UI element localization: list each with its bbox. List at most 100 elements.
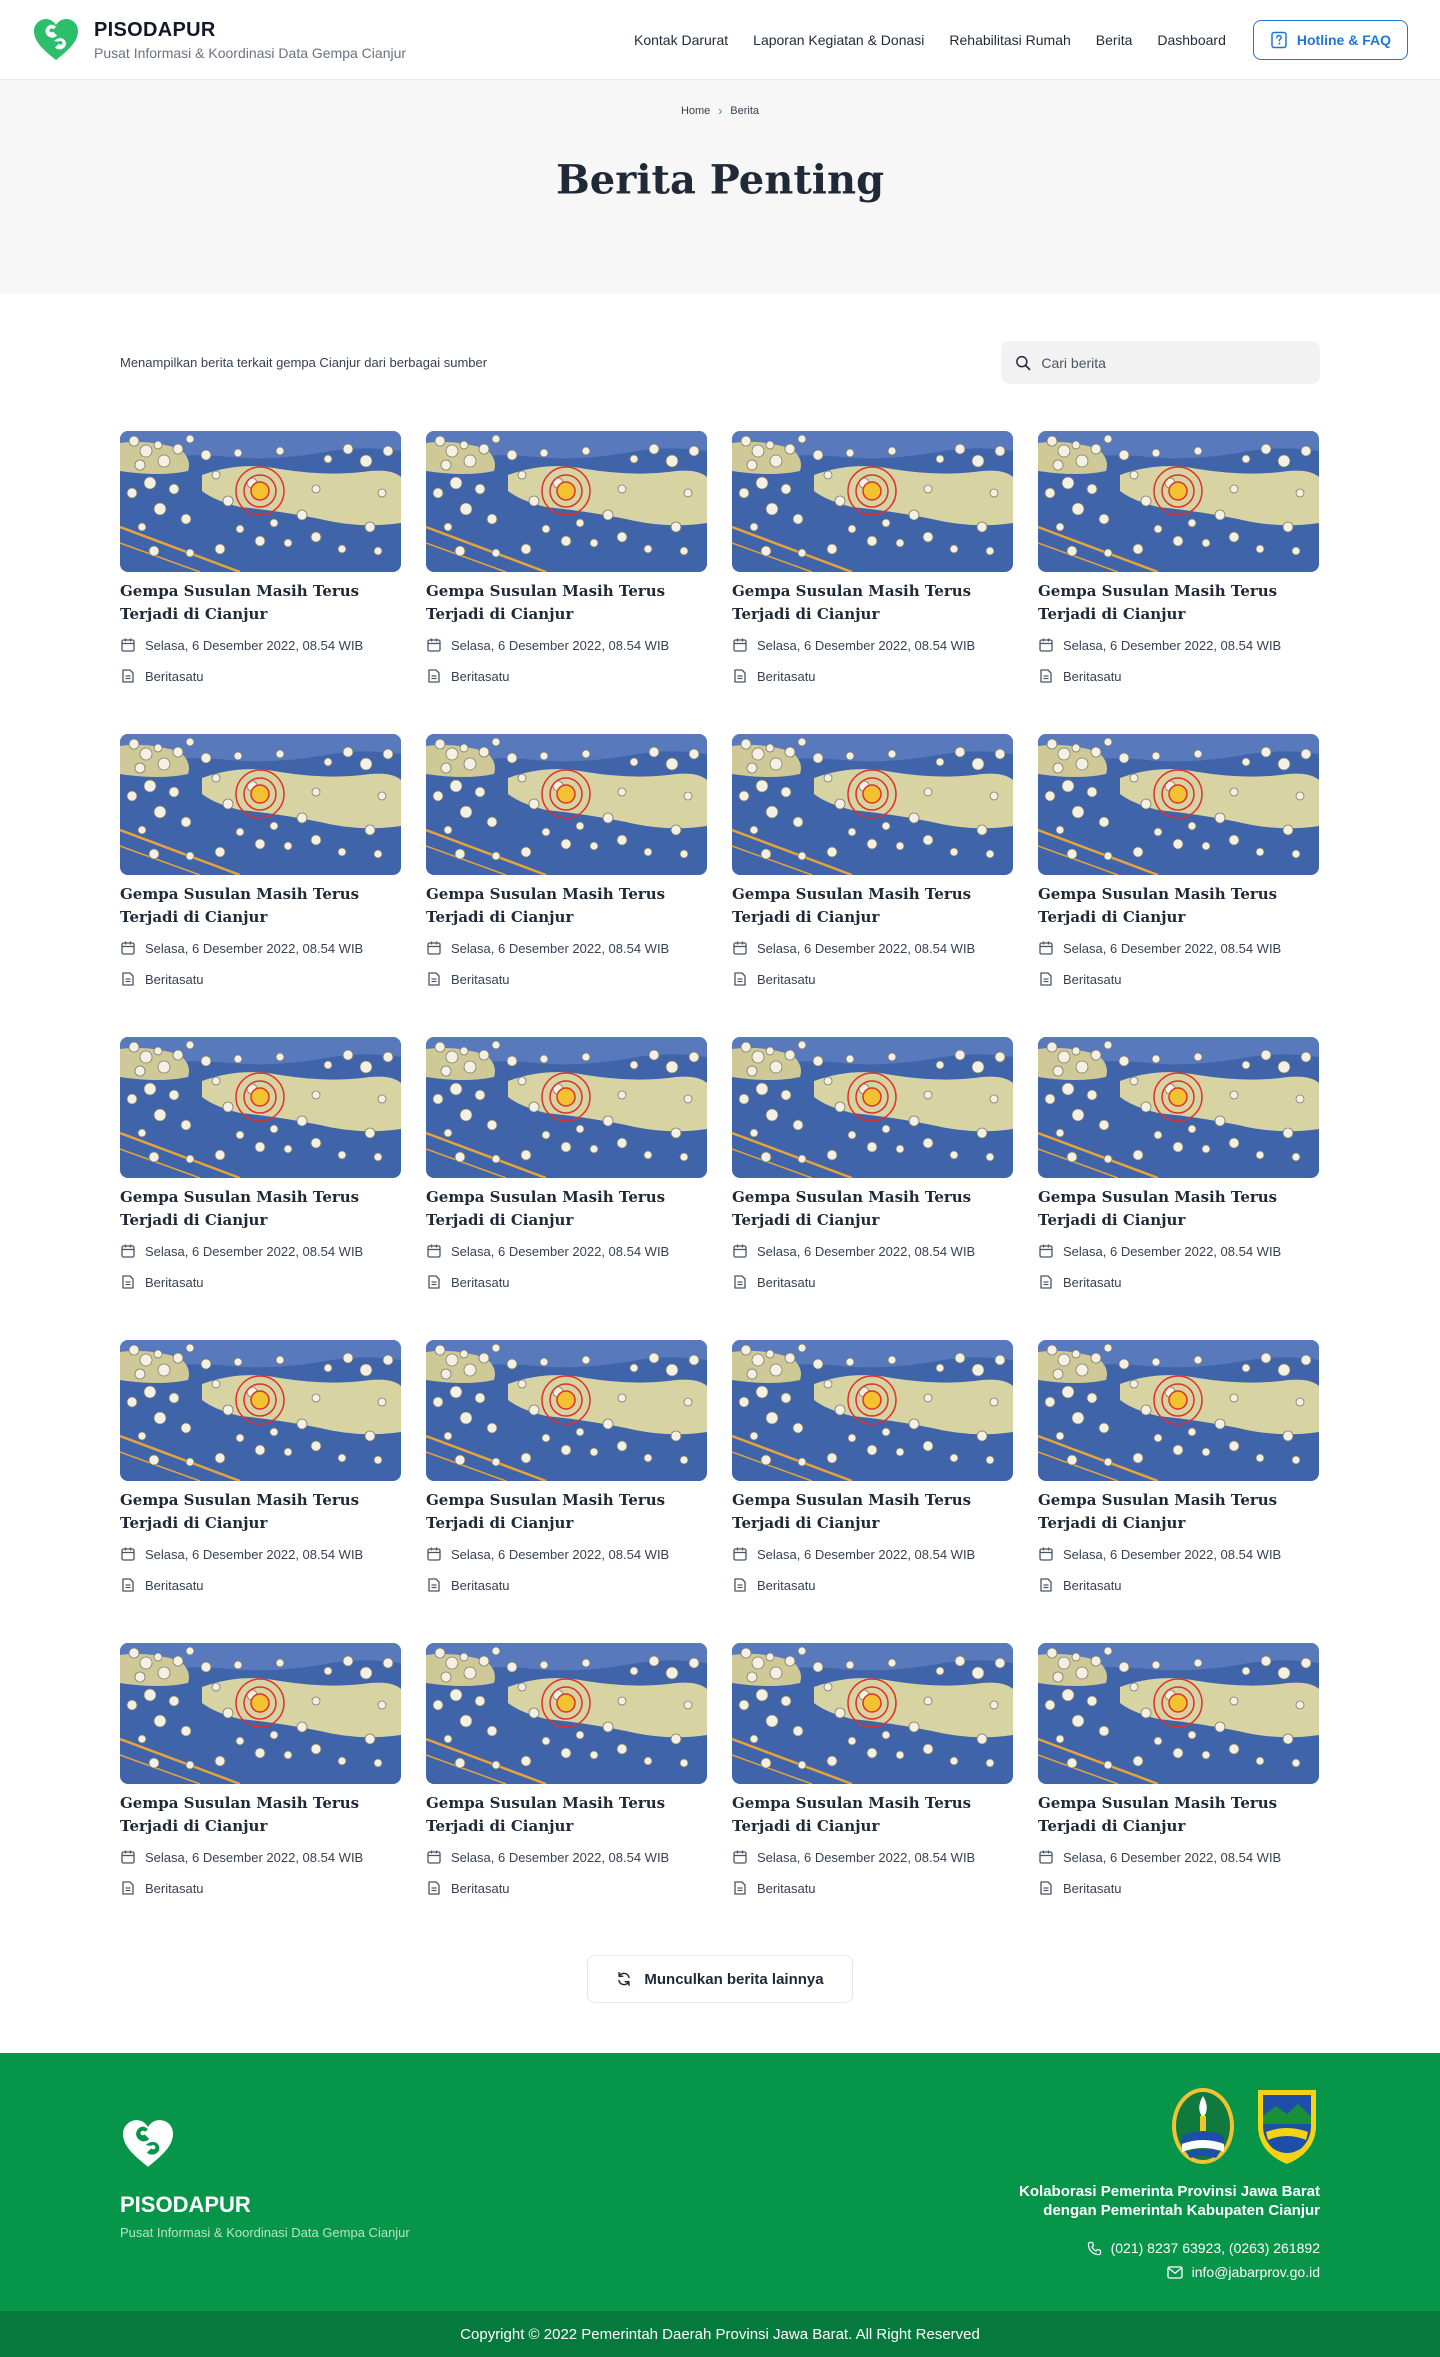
news-card-title[interactable]: Gempa Susulan Masih Terus Terjadi di Cia… [120,883,401,929]
news-card[interactable]: Gempa Susulan Masih Terus Terjadi di Cia… [1038,1037,1319,1294]
news-card-date-text: Selasa, 6 Desember 2022, 08.54 WIB [145,637,364,653]
news-card-title[interactable]: Gempa Susulan Masih Terus Terjadi di Cia… [120,1489,401,1535]
news-thumbnail-map[interactable] [426,1643,707,1784]
news-thumbnail-map[interactable] [1038,1643,1319,1784]
news-card[interactable]: Gempa Susulan Masih Terus Terjadi di Cia… [732,1340,1013,1597]
search-input[interactable] [1041,354,1306,371]
news-card-title[interactable]: Gempa Susulan Masih Terus Terjadi di Cia… [732,883,1013,929]
news-thumbnail-map[interactable] [426,1340,707,1481]
news-card-title[interactable]: Gempa Susulan Masih Terus Terjadi di Cia… [120,580,401,626]
news-card-title[interactable]: Gempa Susulan Masih Terus Terjadi di Cia… [426,580,707,626]
news-card[interactable]: Gempa Susulan Masih Terus Terjadi di Cia… [426,1037,707,1294]
news-card[interactable]: Gempa Susulan Masih Terus Terjadi di Cia… [120,1340,401,1597]
news-card[interactable]: Gempa Susulan Masih Terus Terjadi di Cia… [1038,431,1319,688]
footer-phone[interactable]: (021) 8237 63923, (0263) 261892 [1019,2240,1320,2256]
news-card[interactable]: Gempa Susulan Masih Terus Terjadi di Cia… [1038,1340,1319,1597]
document-icon [428,1578,440,1592]
news-card[interactable]: Gempa Susulan Masih Terus Terjadi di Cia… [732,734,1013,991]
document-icon [1040,972,1052,986]
news-card[interactable]: Gempa Susulan Masih Terus Terjadi di Cia… [426,734,707,991]
news-card[interactable]: Gempa Susulan Masih Terus Terjadi di Cia… [1038,1643,1319,1900]
news-card-date: Selasa, 6 Desember 2022, 08.54 WIB [426,937,707,959]
news-thumbnail-map[interactable] [732,1643,1013,1784]
news-card-title[interactable]: Gempa Susulan Masih Terus Terjadi di Cia… [120,1186,401,1232]
news-thumbnail-map[interactable] [120,1340,401,1481]
calendar-icon [121,1244,135,1258]
news-card-title[interactable]: Gempa Susulan Masih Terus Terjadi di Cia… [732,1489,1013,1535]
news-thumbnail-map[interactable] [732,734,1013,875]
news-thumbnail-map[interactable] [120,734,401,875]
document-icon [1040,1578,1052,1592]
news-card-date: Selasa, 6 Desember 2022, 08.54 WIB [732,1240,1013,1262]
news-card[interactable]: Gempa Susulan Masih Terus Terjadi di Cia… [120,431,401,688]
news-card-date-text: Selasa, 6 Desember 2022, 08.54 WIB [1063,940,1282,956]
calendar-icon [427,941,441,955]
news-card[interactable]: Gempa Susulan Masih Terus Terjadi di Cia… [732,431,1013,688]
news-thumbnail-map[interactable] [732,1340,1013,1481]
news-card[interactable]: Gempa Susulan Masih Terus Terjadi di Cia… [426,1340,707,1597]
news-thumbnail-map[interactable] [120,431,401,572]
news-card-date-text: Selasa, 6 Desember 2022, 08.54 WIB [1063,1546,1282,1562]
news-card-date-text: Selasa, 6 Desember 2022, 08.54 WIB [757,1546,976,1562]
breadcrumb-current: Berita [730,105,760,117]
search-box[interactable] [1001,341,1320,384]
nav-rehabilitasi-rumah[interactable]: Rehabilitasi Rumah [949,32,1070,48]
news-card-source-text: Beritasatu [145,1880,204,1896]
copyright-bar: Copyright © 2022 Pemerintah Daerah Provi… [0,2311,1440,2357]
news-thumbnail-map[interactable] [120,1643,401,1784]
news-card[interactable]: Gempa Susulan Masih Terus Terjadi di Cia… [426,1643,707,1900]
news-card[interactable]: Gempa Susulan Masih Terus Terjadi di Cia… [1038,734,1319,991]
news-grid: Gempa Susulan Masih Terus Terjadi di Cia… [120,431,1320,1900]
document-icon [122,669,134,683]
nav-berita[interactable]: Berita [1096,32,1133,48]
calendar-icon [121,1850,135,1864]
hotline-faq-button[interactable]: Hotline & FAQ [1252,19,1408,60]
news-card-date-text: Selasa, 6 Desember 2022, 08.54 WIB [451,1546,670,1562]
footer-email[interactable]: info@jabarprov.go.id [1019,2264,1320,2280]
news-card[interactable]: Gempa Susulan Masih Terus Terjadi di Cia… [120,734,401,991]
news-card-date-text: Selasa, 6 Desember 2022, 08.54 WIB [451,1849,670,1865]
news-card[interactable]: Gempa Susulan Masih Terus Terjadi di Cia… [732,1037,1013,1294]
breadcrumb-home[interactable]: Home [681,105,710,117]
news-card-title[interactable]: Gempa Susulan Masih Terus Terjadi di Cia… [1038,883,1319,929]
load-more-button[interactable]: Munculkan berita lainnya [587,1955,853,2003]
news-card[interactable]: Gempa Susulan Masih Terus Terjadi di Cia… [120,1643,401,1900]
news-thumbnail-map[interactable] [1038,1340,1319,1481]
news-card-source-text: Beritasatu [451,1577,510,1593]
nav-kontak-darurat[interactable]: Kontak Darurat [634,32,728,48]
news-card-source: Beritasatu [120,968,401,990]
brand-name: PISODAPUR [94,18,216,41]
brand[interactable]: PISODAPUR Pusat Informasi & Koordinasi D… [32,18,406,62]
page-title: Berita Penting [555,156,885,204]
news-card[interactable]: Gempa Susulan Masih Terus Terjadi di Cia… [120,1037,401,1294]
news-card-title[interactable]: Gempa Susulan Masih Terus Terjadi di Cia… [426,883,707,929]
news-card[interactable]: Gempa Susulan Masih Terus Terjadi di Cia… [426,431,707,688]
news-thumbnail-map[interactable] [426,734,707,875]
news-card-title[interactable]: Gempa Susulan Masih Terus Terjadi di Cia… [120,1792,401,1838]
news-thumbnail-map[interactable] [426,431,707,572]
news-card-title[interactable]: Gempa Susulan Masih Terus Terjadi di Cia… [732,580,1013,626]
news-card-title[interactable]: Gempa Susulan Masih Terus Terjadi di Cia… [1038,580,1319,626]
news-card-title[interactable]: Gempa Susulan Masih Terus Terjadi di Cia… [426,1186,707,1232]
nav-laporan-kegiatan-donasi[interactable]: Laporan Kegiatan & Donasi [753,32,924,48]
document-icon [122,1578,134,1592]
news-thumbnail-map[interactable] [1038,431,1319,572]
news-card-title[interactable]: Gempa Susulan Masih Terus Terjadi di Cia… [1038,1186,1319,1232]
news-card-title[interactable]: Gempa Susulan Masih Terus Terjadi di Cia… [426,1792,707,1838]
news-thumbnail-map[interactable] [1038,1037,1319,1178]
calendar-icon [733,941,747,955]
news-thumbnail-map[interactable] [426,1037,707,1178]
nav-dashboard[interactable]: Dashboard [1157,32,1226,48]
news-card-title[interactable]: Gempa Susulan Masih Terus Terjadi di Cia… [1038,1792,1319,1838]
news-card-title[interactable]: Gempa Susulan Masih Terus Terjadi di Cia… [1038,1489,1319,1535]
news-thumbnail-map[interactable] [1038,734,1319,875]
document-icon [1040,669,1052,683]
news-card-title[interactable]: Gempa Susulan Masih Terus Terjadi di Cia… [426,1489,707,1535]
news-card-title[interactable]: Gempa Susulan Masih Terus Terjadi di Cia… [732,1792,1013,1838]
news-thumbnail-map[interactable] [732,431,1013,572]
news-card[interactable]: Gempa Susulan Masih Terus Terjadi di Cia… [732,1643,1013,1900]
news-thumbnail-map[interactable] [732,1037,1013,1178]
chevron-right-icon: › [718,104,723,118]
news-thumbnail-map[interactable] [120,1037,401,1178]
news-card-title[interactable]: Gempa Susulan Masih Terus Terjadi di Cia… [732,1186,1013,1232]
